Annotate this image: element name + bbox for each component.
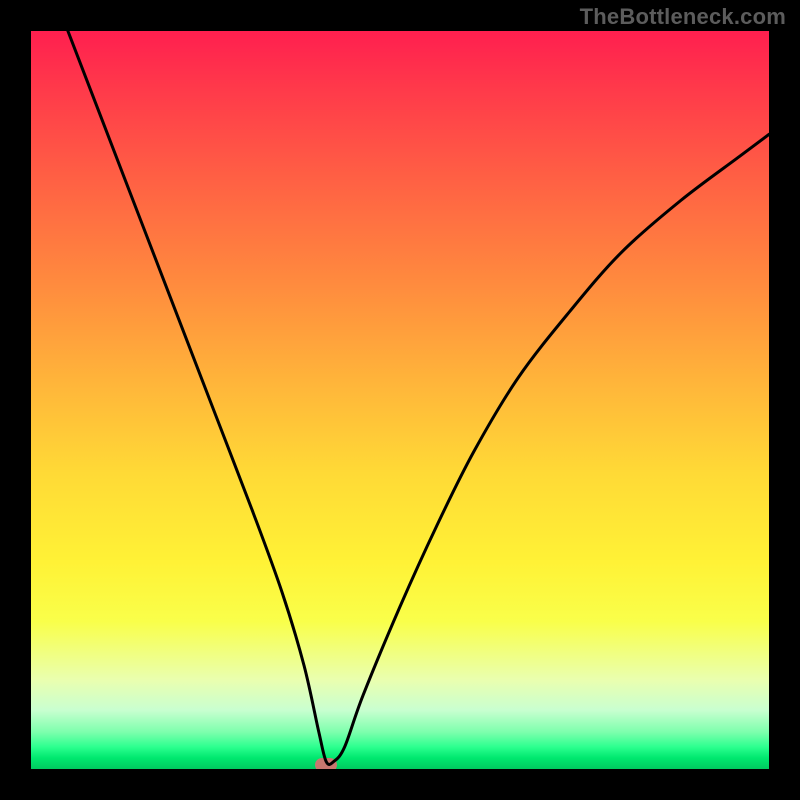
- chart-frame: TheBottleneck.com: [0, 0, 800, 800]
- bottleneck-curve: [31, 31, 769, 769]
- plot-area: [31, 31, 769, 769]
- attribution-text: TheBottleneck.com: [580, 4, 786, 30]
